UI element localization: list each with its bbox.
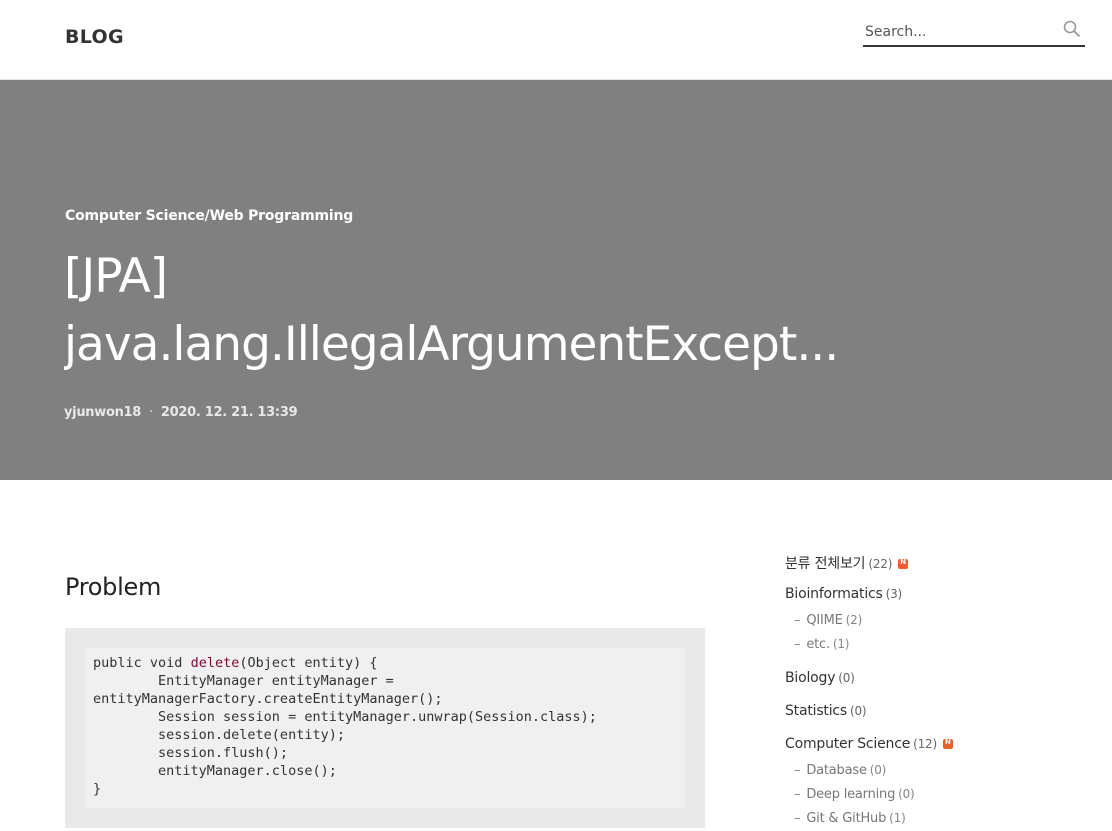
code-line-1-rest: (Object entity) { [239, 655, 378, 671]
subcategory-count: (0) [869, 763, 887, 777]
search-box [863, 16, 1085, 47]
category-biology[interactable]: Biology (0) [785, 670, 855, 686]
category-all[interactable]: 분류 전체보기 (22) [785, 553, 909, 573]
post-title-line-1: [JPA] [64, 249, 168, 304]
post-author: yjunwon18 [64, 405, 142, 420]
subcategory-label: etc. [806, 637, 830, 652]
subcategory-count: (2) [845, 613, 863, 627]
category-label: Bioinformatics [785, 586, 883, 602]
code-inner: public void delete(Object entity) { Enti… [85, 648, 685, 808]
category-count: (0) [850, 704, 867, 718]
category-count: (3) [885, 587, 903, 601]
code-keyword-public: public [93, 655, 142, 671]
category-bioinformatics[interactable]: Bioinformatics (3) [785, 586, 902, 602]
category-statistics[interactable]: Statistics (0) [785, 703, 867, 719]
code-line-7: entityManager.close(); [93, 763, 337, 779]
subcategory-deep-learning[interactable]: – Deep learning (0) [794, 787, 915, 802]
code-keyword-void: void [149, 655, 183, 671]
subcategory-label: Deep learning [806, 787, 896, 802]
subcategory-label: Database [806, 763, 867, 778]
post-meta: yjunwon18 · 2020. 12. 21. 13:39 [64, 405, 298, 420]
subcategory-count: (1) [889, 811, 906, 825]
blog-logo[interactable]: BLOG [65, 26, 124, 48]
category-count: (12) [913, 737, 937, 751]
category-label: Computer Science [785, 736, 911, 752]
code-listing: public void delete(Object entity) { Enti… [93, 654, 597, 798]
subcategory-etc[interactable]: – etc. (1) [794, 637, 850, 652]
dash-icon: – [794, 787, 801, 802]
search-icon[interactable] [1063, 20, 1081, 38]
new-badge-icon [898, 558, 909, 569]
dash-icon: – [794, 763, 801, 778]
search-input[interactable] [865, 22, 1055, 42]
post-hero: Computer Science/Web Programming [JPA] j… [0, 80, 1112, 480]
dash-icon: – [794, 637, 801, 652]
category-computer-science[interactable]: Computer Science (12) [785, 736, 953, 752]
subcategory-database[interactable]: – Database (0) [794, 763, 886, 778]
site-header: BLOG [0, 0, 1112, 80]
new-badge-icon [942, 738, 953, 749]
post-title-line-2: java.lang.IllegalArgumentExcept... [64, 317, 839, 372]
code-line-6: session.flush(); [93, 745, 289, 761]
code-line-8: } [93, 781, 102, 797]
category-label: Statistics [785, 703, 847, 719]
code-block: public void delete(Object entity) { Enti… [65, 628, 705, 828]
subcategory-count: (0) [898, 787, 915, 801]
code-line-4: Session session = entityManager.unwrap(S… [93, 709, 597, 725]
post-date: 2020. 12. 21. 13:39 [160, 405, 298, 420]
code-line-2: EntityManager entityManager = [93, 673, 394, 689]
subcategory-label: Git & GitHub [806, 811, 887, 826]
post-title: [JPA] java.lang.IllegalArgumentExcept... [64, 243, 844, 379]
code-line-3: entityManagerFactory.createEntityManager… [93, 691, 443, 707]
category-count: (0) [838, 671, 855, 685]
subcategory-label: QIIME [806, 613, 843, 628]
code-line-5: session.delete(entity); [93, 727, 345, 743]
dash-icon: – [794, 613, 801, 628]
subcategory-count: (1) [832, 637, 850, 651]
category-all-label: 분류 전체보기 [785, 556, 866, 572]
category-all-count: (22) [868, 557, 893, 571]
code-function-name: delete [190, 655, 240, 671]
section-heading: Problem [65, 573, 162, 601]
post-category[interactable]: Computer Science/Web Programming [65, 208, 353, 224]
category-label: Biology [785, 670, 836, 686]
dash-icon: – [794, 811, 801, 826]
subcategory-qiime[interactable]: – QIIME (2) [794, 613, 862, 628]
meta-separator: · [149, 405, 153, 420]
subcategory-git-github[interactable]: – Git & GitHub (1) [794, 811, 906, 826]
